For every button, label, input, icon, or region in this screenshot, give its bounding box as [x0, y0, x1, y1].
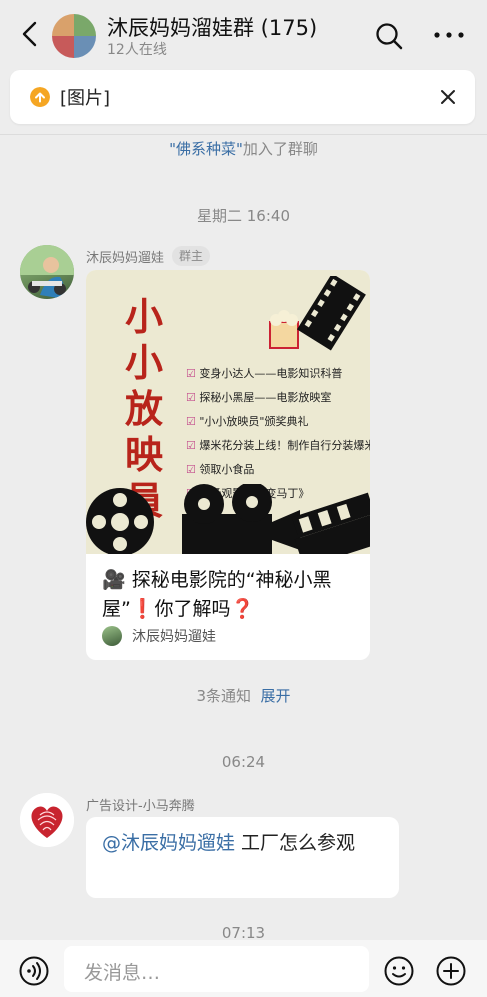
- search-icon[interactable]: [374, 21, 404, 51]
- message-text: @沐辰妈妈遛娃 工厂怎么参观: [102, 828, 387, 858]
- group-avatar[interactable]: [52, 14, 96, 58]
- collapsed-notifications: 3条通知 展开: [0, 685, 487, 706]
- message-bubble[interactable]: @沐辰妈妈遛娃 工厂怎么参观: [86, 817, 399, 898]
- join-notice-text: 加入了群聊: [242, 140, 318, 158]
- message-input[interactable]: 发消息…: [64, 946, 369, 992]
- avatar[interactable]: [20, 245, 74, 299]
- sender-name[interactable]: 沐辰妈妈遛娃: [86, 247, 164, 266]
- pinned-message-text: [图片]: [60, 88, 111, 109]
- expand-link[interactable]: 展开: [261, 687, 291, 705]
- timestamp: 星期二 16:40: [197, 207, 290, 225]
- close-icon[interactable]: [438, 87, 458, 107]
- mention-link[interactable]: @沐辰妈妈遛娃: [102, 832, 235, 854]
- message-input-bar: 发消息…: [0, 940, 487, 997]
- plus-icon[interactable]: [436, 956, 466, 986]
- owner-badge: 群主: [172, 246, 211, 266]
- fingerprint-heart-avatar: [20, 793, 74, 847]
- joined-user-name[interactable]: "佛系种菜": [169, 140, 243, 158]
- pin-icon: [30, 87, 50, 107]
- poster-list-item: 爆米花分装上线！制作自行分装爆米: [186, 434, 370, 458]
- link-card[interactable]: 小小放映員 变身小达人——电影知识科普 探秘小黑屋——电影放映室 "小小放映员"…: [86, 270, 370, 660]
- notification-count: 3条通知: [196, 687, 251, 705]
- avatar[interactable]: [20, 793, 74, 847]
- card-title: 🎥 探秘电影院的“神秘小黑屋”❗你了解吗❓: [102, 569, 332, 620]
- join-notice: "佛系种菜"加入了群聊: [0, 138, 487, 159]
- more-icon[interactable]: [432, 22, 466, 48]
- online-count: 12人在线: [107, 42, 167, 58]
- message-body: 工厂怎么参观: [235, 832, 356, 854]
- message-input-placeholder: 发消息…: [84, 962, 161, 984]
- voice-icon[interactable]: [19, 956, 49, 986]
- chat-title[interactable]: 沐辰妈妈溜娃群 (175): [107, 12, 317, 42]
- card-source-avatar: [102, 626, 122, 646]
- pinned-message-banner[interactable]: [图片]: [10, 70, 475, 124]
- chevron-left-icon[interactable]: [18, 20, 42, 48]
- header-divider: [0, 134, 487, 135]
- poster-image[interactable]: 小小放映員 变身小达人——电影知识科普 探秘小黑屋——电影放映室 "小小放映员"…: [86, 270, 370, 554]
- poster-list-item: 探秘小黑屋——电影放映室: [186, 386, 370, 410]
- poster-list-item: 变身小达人——电影知识科普: [186, 362, 370, 386]
- timestamp: 06:24: [221, 753, 266, 771]
- avatar-photo: [20, 245, 74, 299]
- emoji-icon[interactable]: [384, 956, 414, 986]
- poster-list-item: "小小放映员"颁奖典礼: [186, 410, 370, 434]
- chat-header: 沐辰妈妈溜娃群 (175) 12人在线: [0, 0, 487, 66]
- film-strip-icon: [269, 276, 366, 351]
- sender-name[interactable]: 广告设计-小马奔腾: [86, 795, 195, 814]
- poster-list-item: 领取小食品: [186, 458, 370, 482]
- card-source-name: 沐辰妈妈遛娃: [132, 629, 216, 645]
- film-reel-icon: [86, 484, 370, 554]
